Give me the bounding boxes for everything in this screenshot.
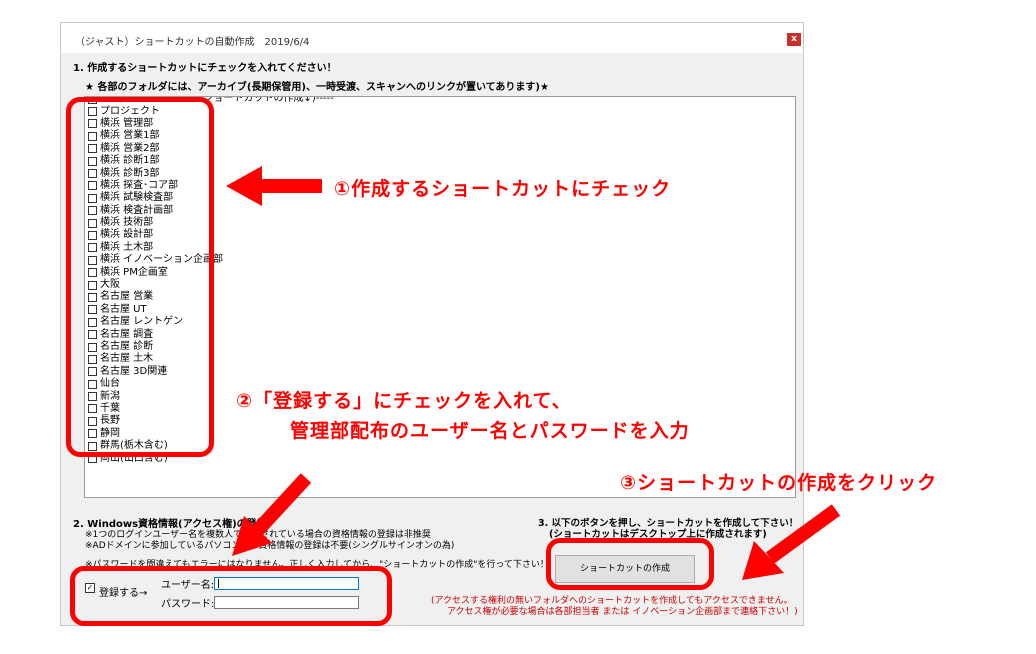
annotation-step3: ③ショートカットの作成をクリック (620, 472, 938, 494)
annotation-step2-line1: ②「登録する」にチェックを入れて、 (236, 390, 572, 412)
arrow1-shaft (258, 179, 322, 193)
annotation-step1: ①作成するショートカットにチェック (334, 178, 672, 200)
arrow1-head (226, 166, 262, 206)
annotation-arrows (226, 166, 841, 580)
annotation-step2-line2: 管理部配布のユーザー名とパスワードを入力 (290, 420, 690, 442)
arrow2-shaft (252, 473, 312, 535)
arrow3-shaft (765, 504, 841, 564)
